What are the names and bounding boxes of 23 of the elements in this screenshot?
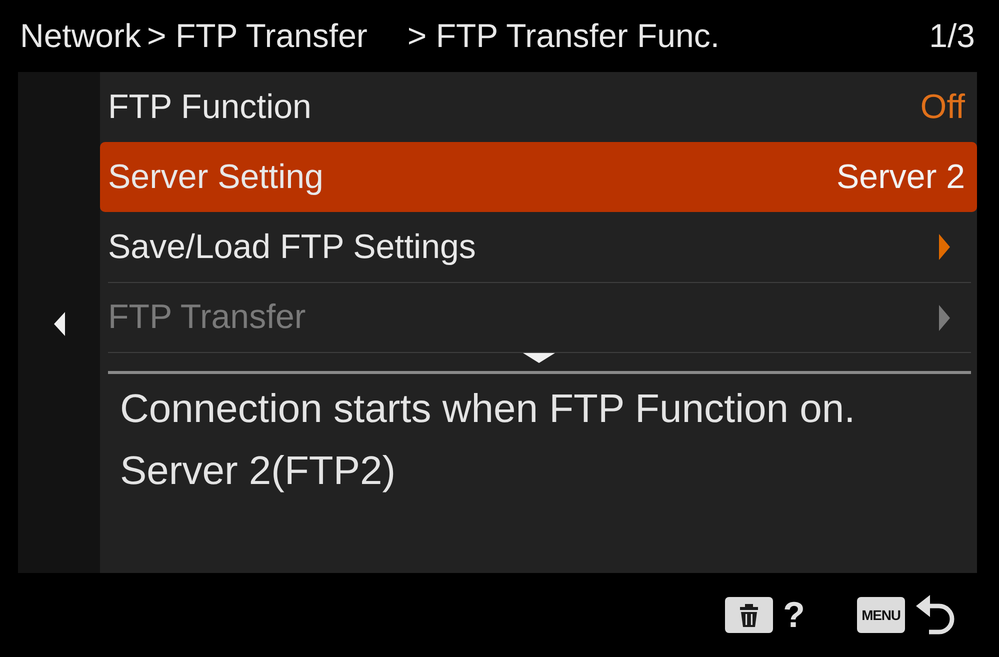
- submenu-arrow-icon: [939, 234, 950, 260]
- return-arrow-icon: [915, 594, 955, 636]
- trash-icon: [725, 597, 773, 633]
- menu-key: MENU: [857, 597, 905, 633]
- submenu-arrow-icon: [939, 304, 950, 330]
- setting-label: Save/Load FTP Settings: [108, 228, 476, 266]
- left-arrow-icon[interactable]: [54, 312, 64, 336]
- breadcrumb-item: Network: [20, 17, 142, 55]
- help-mark: ?: [783, 594, 805, 636]
- breadcrumb-item: > FTP Transfer: [147, 17, 368, 55]
- setting-value: Off: [920, 88, 965, 126]
- menu-row[interactable]: FTP Function Off: [100, 72, 977, 142]
- menu-row[interactable]: Save/Load FTP Settings: [100, 212, 977, 282]
- setting-label: Server Setting: [108, 158, 324, 196]
- down-arrow-icon: [522, 353, 554, 363]
- description-text: Server 2(FTP2): [120, 448, 397, 495]
- setting-label: FTP Transfer: [108, 298, 306, 337]
- setting-value: Server 2: [836, 158, 965, 196]
- description-text: Connection starts when FTP Function on.: [120, 386, 856, 433]
- menu-row[interactable]: Server Setting Server 2: [100, 142, 977, 212]
- setting-label: FTP Function: [108, 88, 312, 126]
- page-counter: 1/3: [929, 17, 975, 55]
- breadcrumb-item: > FTP Transfer Func.: [407, 17, 720, 55]
